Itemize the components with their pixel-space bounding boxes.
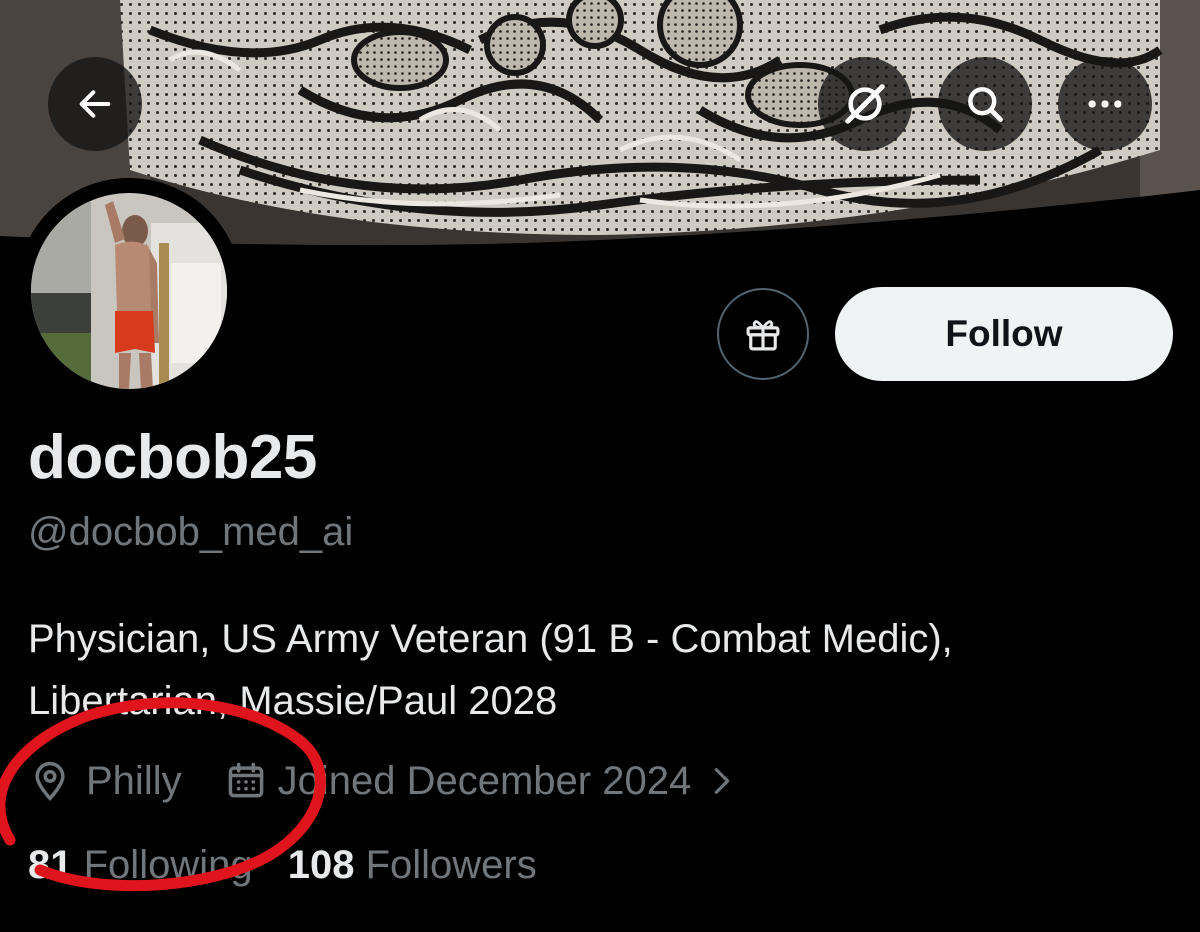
followers-link[interactable]: 108 Followers [288, 843, 537, 887]
arrow-left-icon [79, 90, 111, 118]
follow-stats: 81 Following 108 Followers [28, 843, 537, 888]
following-count: 81 [28, 843, 73, 887]
grok-icon [845, 84, 885, 124]
chevron-right-icon [714, 768, 730, 794]
grok-button[interactable] [818, 57, 912, 151]
location-text: Philly [86, 758, 182, 803]
calendar-icon [228, 762, 263, 798]
joined-text: Joined December 2024 [277, 758, 692, 803]
location-item: Philly [28, 759, 182, 804]
bio-line: Physician, US Army Veteran (91 B - Comba… [28, 617, 953, 661]
profile-meta: Philly Joined December 2024 [28, 755, 739, 807]
bio-line: Libertarian, Massie/Paul 2028 [28, 679, 558, 723]
followers-label: Followers [365, 843, 537, 887]
avatar-image [31, 193, 227, 389]
display-name: docbob25 [28, 423, 317, 492]
search-button[interactable] [938, 57, 1032, 151]
following-link[interactable]: 81 Following [28, 843, 264, 887]
search-icon [968, 87, 1003, 122]
location-pin-icon [35, 761, 65, 801]
joined-item[interactable]: Joined December 2024 [224, 759, 740, 804]
gift-icon [746, 320, 780, 351]
username-handle: @docbob_med_ai [28, 510, 354, 554]
following-label: Following [83, 843, 253, 887]
follow-button[interactable]: Follow [835, 287, 1173, 381]
followers-count: 108 [287, 843, 355, 887]
more-options-button[interactable] [1058, 57, 1152, 151]
back-button[interactable] [48, 57, 142, 151]
more-horizontal-icon [1088, 100, 1122, 108]
profile-bio: Physician, US Army Veteran (91 B - Comba… [28, 608, 1178, 732]
profile-avatar[interactable] [16, 178, 242, 404]
gift-button[interactable] [717, 288, 809, 380]
